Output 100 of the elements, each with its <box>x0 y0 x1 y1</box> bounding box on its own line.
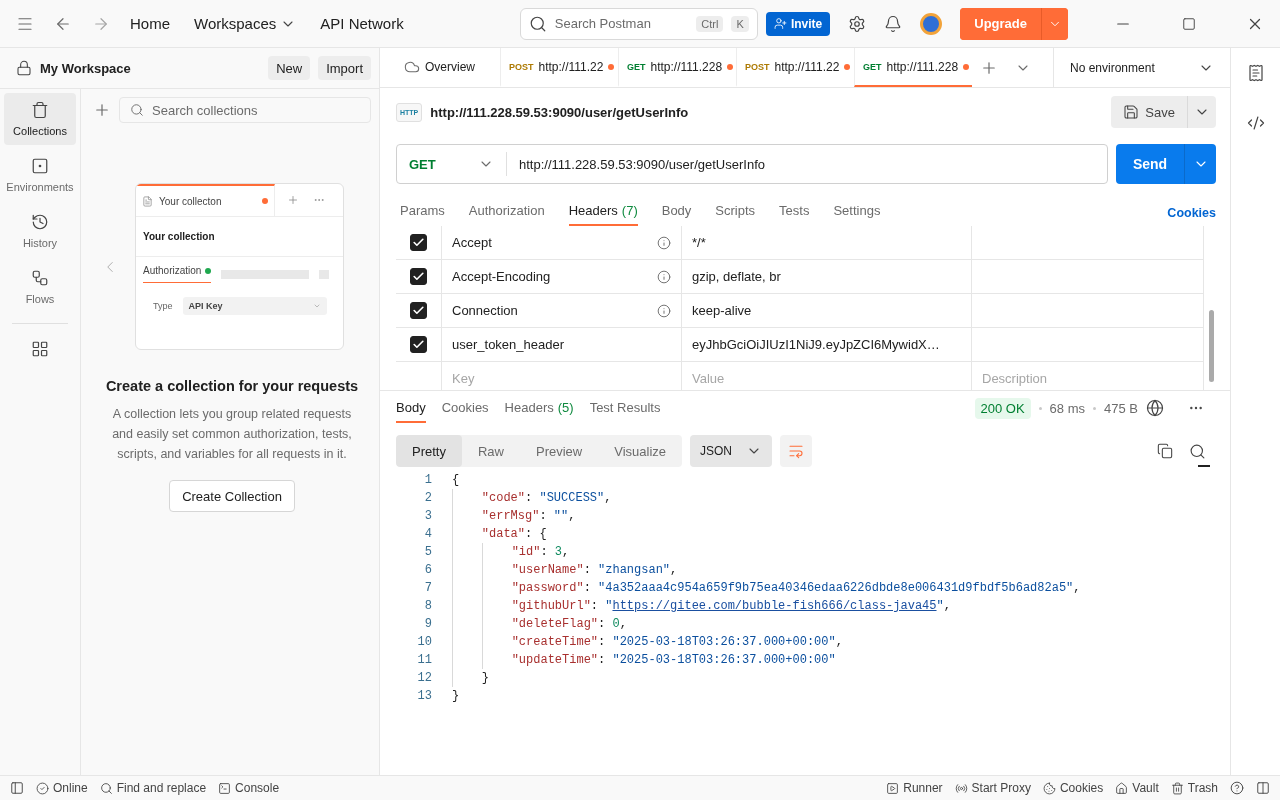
format-select[interactable]: JSON <box>690 435 773 467</box>
nav-link[interactable]: Workspaces <box>194 15 297 32</box>
import-button[interactable]: Import <box>318 56 371 80</box>
flow-icon <box>31 269 49 287</box>
shortcut-key: K <box>731 15 749 32</box>
request-tab[interactable]: Body <box>661 196 692 226</box>
view-tab[interactable]: Raw <box>461 435 520 467</box>
request-tab[interactable]: Scripts <box>715 196 756 226</box>
status-item[interactable]: Find and replace <box>99 781 207 795</box>
line-number: 12 <box>416 671 433 685</box>
save-button[interactable]: Save <box>1111 96 1187 128</box>
code-line: "userName": "zhangsan", <box>452 561 678 579</box>
lock-icon <box>16 60 32 76</box>
code-line: "errMsg": "", <box>452 507 576 525</box>
save-icon <box>1123 104 1140 120</box>
view-tab[interactable]: Visualize <box>598 435 683 467</box>
header-value: */* <box>692 235 707 250</box>
status-badge: 200 OK <box>974 397 1031 419</box>
search-icon <box>130 103 144 117</box>
search-field[interactable]: Search Postman Ctrl K <box>519 7 758 40</box>
sidebar-item[interactable]: Environments <box>4 149 76 201</box>
tab[interactable]: GET http://111.228 <box>854 48 972 87</box>
checkbox[interactable] <box>410 268 427 285</box>
invite-button[interactable]: Invite <box>765 11 831 36</box>
send-button[interactable]: Send <box>1116 144 1184 184</box>
code-line: "updateTime": "2025-03-18T03:26:37.000+00:00" <box>452 651 836 669</box>
field-label: Type <box>153 301 173 311</box>
header-key: user_token_header <box>452 337 671 352</box>
header-value: keep-alive <box>692 303 753 318</box>
create-collection-button[interactable]: Create Collection <box>169 480 295 512</box>
status-item[interactable]: Start Proxy <box>954 781 1031 795</box>
house-icon <box>1115 781 1129 795</box>
nav-link[interactable]: API Network <box>320 15 404 32</box>
settings-icon[interactable] <box>848 14 867 33</box>
info-icon[interactable] <box>657 303 671 318</box>
tab[interactable]: GET http://111.228 <box>618 48 736 87</box>
line-number: 3 <box>423 509 433 523</box>
info-icon[interactable] <box>657 235 671 250</box>
shortcut-key: Ctrl <box>696 15 724 32</box>
search-icon[interactable] <box>1189 442 1206 460</box>
view-tab[interactable]: Pretty <box>396 435 462 467</box>
line-number: 7 <box>423 581 433 595</box>
code-line: "data": { <box>452 525 547 543</box>
sidebar-item[interactable]: Flows <box>4 261 76 313</box>
document-icon[interactable] <box>1246 64 1265 82</box>
search-field[interactable]: Search collections <box>119 97 371 123</box>
help-icon[interactable] <box>1230 781 1244 795</box>
sidebar-item[interactable]: History <box>4 205 76 257</box>
request-tab[interactable]: Headers (7) <box>568 196 638 226</box>
checkbox[interactable] <box>410 302 427 319</box>
bell-icon[interactable] <box>884 14 903 33</box>
response-tab[interactable]: Headers (5) <box>504 393 574 423</box>
avatar[interactable] <box>920 12 943 35</box>
tab[interactable]: Overview <box>380 48 500 87</box>
status-item[interactable]: Console <box>218 781 280 795</box>
maximize-icon[interactable] <box>1182 16 1196 31</box>
cookies-link[interactable]: Cookies <box>1167 206 1216 220</box>
code-icon[interactable] <box>1246 114 1265 132</box>
grid-icon[interactable] <box>31 340 49 358</box>
checkbox[interactable] <box>410 234 427 251</box>
line-number: 6 <box>423 563 433 577</box>
check-icon <box>412 304 425 317</box>
response-time: 68 ms <box>1049 400 1085 416</box>
search-icon <box>528 14 547 33</box>
response-tab[interactable]: Cookies <box>441 393 489 423</box>
status-item[interactable]: Vault <box>1115 781 1159 795</box>
select-field: API Key <box>182 297 327 315</box>
user-plus-icon <box>773 17 787 30</box>
copy-icon[interactable] <box>1157 443 1173 459</box>
info-icon[interactable] <box>657 269 671 284</box>
request-tab[interactable]: Settings <box>833 196 881 226</box>
status-item[interactable]: Trash <box>1170 781 1218 795</box>
upgrade-menu-button[interactable] <box>1041 7 1068 40</box>
response-tab[interactable]: Body <box>396 393 426 423</box>
url-field[interactable]: GET http://111.228.59.53:9090/user/getUserInfo <box>396 144 1108 184</box>
method-select[interactable]: GET <box>397 152 507 176</box>
code-link[interactable]: https://gitee.com/bubble-fish666/class-java45 <box>612 599 937 613</box>
globe-icon[interactable] <box>1146 399 1164 417</box>
environment-select[interactable]: No environment <box>1053 48 1230 87</box>
new-button[interactable]: New <box>268 56 311 80</box>
tab[interactable]: POST http://111.22 <box>736 48 854 87</box>
request-tab[interactable]: Params <box>400 196 445 226</box>
request-tab[interactable]: Tests <box>779 196 810 226</box>
line-number: 1 <box>423 473 433 487</box>
scrollbar-thumb[interactable] <box>1209 310 1214 382</box>
nav-link[interactable]: Home <box>130 15 170 32</box>
tab-label: Authorization <box>143 265 212 283</box>
sidebar-item[interactable]: Collections <box>4 93 76 145</box>
checkbox[interactable] <box>410 336 427 353</box>
response-tab[interactable]: Test Results <box>589 393 661 423</box>
status-item[interactable]: Online <box>36 781 88 795</box>
view-tab[interactable]: Preview <box>520 435 599 467</box>
tab[interactable]: POST http://111.22 <box>500 48 618 87</box>
request-tab[interactable]: Authorization <box>468 196 545 226</box>
sidebar-toggle-icon[interactable] <box>10 781 24 795</box>
layout-icon[interactable] <box>1256 781 1270 795</box>
chevron-down-icon <box>312 302 321 310</box>
code-line: "deleteFlag": 0, <box>452 615 627 633</box>
status-item[interactable]: Cookies <box>1042 781 1104 795</box>
status-item[interactable]: Runner <box>886 781 943 795</box>
